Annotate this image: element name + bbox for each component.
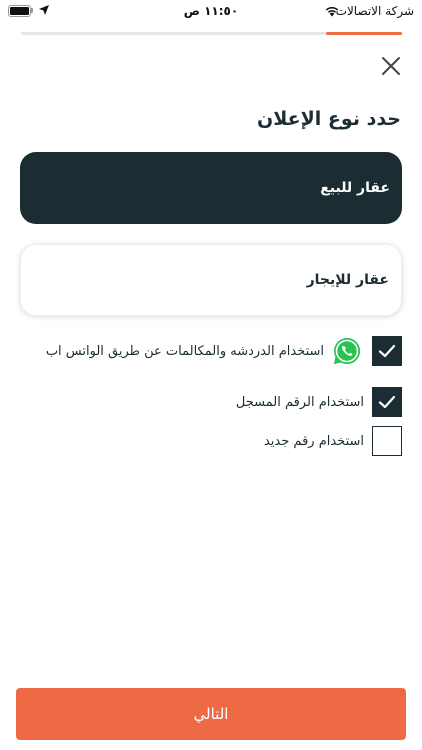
step-progress-fill: [325, 32, 402, 35]
next-button[interactable]: التالي: [16, 688, 406, 740]
whatsapp-option-label: استخدام الدردشه والمكالمات عن طريق الوات…: [45, 343, 324, 359]
whatsapp-option-row: استخدام الدردشه والمكالمات عن طريق الوات…: [20, 335, 402, 367]
status-bar: ١١:٥٠ ص شركة الاتصالات: [0, 0, 422, 24]
option-sale-card[interactable]: عقار للبيع: [20, 152, 402, 224]
step-progress-bar: [21, 32, 402, 35]
checkmark-icon: [378, 395, 396, 409]
new-number-checkbox[interactable]: [372, 426, 402, 456]
whatsapp-icon: [334, 338, 360, 364]
option-rent-card[interactable]: عقار للإيجار: [20, 244, 402, 316]
page-title: حدد نوع الإعلان: [257, 108, 401, 130]
whatsapp-checkbox[interactable]: [372, 336, 402, 366]
registered-number-row: استخدام الرقم المسجل: [20, 386, 402, 418]
new-number-row: استخدام رقم جديد: [20, 425, 402, 457]
status-carrier: شركة الاتصالات: [335, 4, 414, 18]
option-sale-label: عقار للبيع: [320, 180, 390, 196]
new-number-label: استخدام رقم جديد: [263, 433, 364, 449]
option-rent-label: عقار للإيجار: [306, 272, 389, 288]
close-icon[interactable]: [380, 55, 402, 77]
registered-number-label: استخدام الرقم المسجل: [235, 394, 364, 410]
checkmark-icon: [378, 344, 396, 358]
registered-number-checkbox[interactable]: [372, 387, 402, 417]
